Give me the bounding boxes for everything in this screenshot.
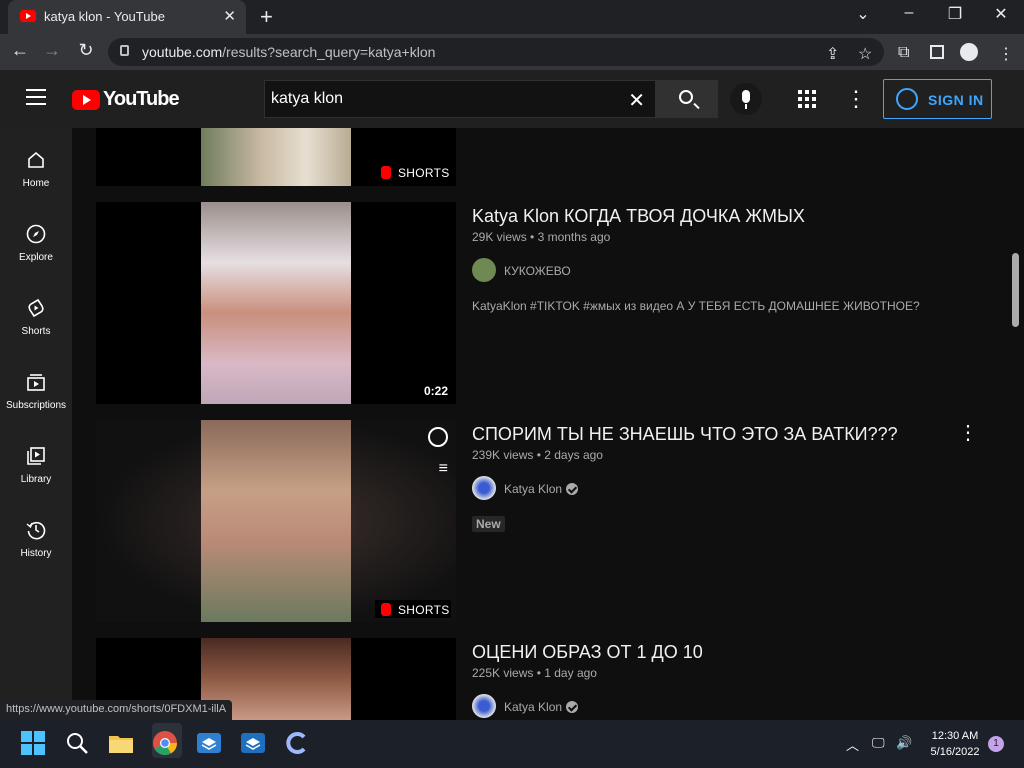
cursor-app-icon[interactable] [284, 730, 310, 756]
video-action-menu-icon[interactable]: ⋮ [958, 420, 978, 445]
file-explorer-icon[interactable] [108, 730, 134, 756]
voice-search-button[interactable] [730, 83, 762, 115]
browser-tab[interactable]: katya klon - YouTube ✕ [8, 0, 246, 34]
video-metadata: 29K views • 3 months ago [472, 230, 611, 244]
address-bar[interactable]: youtube.com/results?search_query=katya+k… [108, 38, 884, 66]
home-icon [28, 151, 44, 168]
search-button[interactable] [656, 80, 718, 118]
windows-start-icon[interactable] [20, 730, 46, 756]
tray-overflow-icon[interactable]: ︿ [846, 735, 859, 754]
sidebar-item-subscriptions[interactable]: Subscriptions [0, 350, 72, 420]
youtube-play-icon [72, 90, 100, 110]
link-status-bubble: https://www.youtube.com/shorts/0FDXM1-il… [0, 700, 233, 720]
restore-icon[interactable]: ❐ [932, 4, 978, 24]
shorts-logo-icon [381, 166, 391, 179]
channel-name[interactable]: Katya Klon [504, 482, 562, 496]
channel-avatar[interactable] [472, 476, 496, 500]
microphone-icon [742, 90, 750, 103]
minimize-icon[interactable]: – [886, 4, 932, 22]
verified-icon [566, 701, 578, 713]
add-to-queue-icon[interactable]: ≡ [439, 460, 448, 478]
new-tab-icon[interactable]: + [260, 4, 273, 30]
shorts-badge: SHORTS [375, 163, 451, 181]
notification-badge[interactable]: 1 [988, 736, 1004, 752]
search-input-value: katya klon [271, 90, 344, 107]
clear-search-icon[interactable]: ✕ [628, 88, 645, 113]
settings-more-icon[interactable]: ⋮ [845, 86, 867, 112]
sidebar-item-shorts[interactable]: Shorts [0, 276, 72, 346]
network-icon[interactable]: 🖵 [872, 735, 885, 751]
new-badge: New [472, 516, 505, 532]
search-icon [679, 90, 693, 104]
chrome-menu-icon[interactable]: ⋮ [998, 44, 1014, 64]
address-text: youtube.com/results?search_query=katya+k… [142, 44, 436, 60]
history-icon [26, 521, 46, 540]
subscriptions-icon [27, 374, 45, 391]
watch-later-icon[interactable] [428, 427, 448, 447]
channel-name[interactable]: Katya Klon [504, 700, 562, 714]
video-title[interactable]: ОЦЕНИ ОБРАЗ ОТ 1 ДО 10 [472, 642, 703, 663]
share-icon[interactable]: ⇪ [826, 44, 839, 64]
volume-icon[interactable]: 🔊 [896, 735, 912, 751]
app-box-icon[interactable] [196, 730, 222, 756]
app-box-icon-2[interactable] [240, 730, 266, 756]
profile-icon[interactable] [960, 43, 978, 61]
shorts-badge: SHORTS [375, 600, 451, 618]
chrome-active-highlight [152, 723, 182, 758]
channel-name[interactable]: КУКОЖЕВО [504, 264, 571, 278]
video-title[interactable]: Katya Klon КОГДА ТВОЯ ДОЧКА ЖМЫХ [472, 206, 805, 227]
video-thumbnail[interactable]: ≡ SHORTS [96, 420, 456, 622]
video-metadata: 225K views • 1 day ago [472, 666, 597, 680]
extensions-icon[interactable]: ⧉ [898, 44, 909, 62]
youtube-favicon-icon [20, 10, 36, 22]
window-close-icon[interactable]: ✕ [978, 4, 1024, 24]
scrollbar-thumb[interactable] [1012, 253, 1019, 327]
tab-title: katya klon - YouTube [44, 9, 165, 24]
sidebar-item-history[interactable]: History [0, 498, 72, 568]
lock-icon [120, 45, 129, 56]
taskbar-search-icon[interactable] [64, 730, 90, 756]
tab-search-chevron-icon[interactable]: ⌄ [840, 4, 886, 24]
video-thumbnail[interactable]: 0:22 [96, 202, 456, 404]
menu-icon[interactable] [26, 89, 46, 110]
duration-badge: 0:22 [423, 384, 448, 398]
video-metadata: 239K views • 2 days ago [472, 448, 603, 462]
library-icon [27, 447, 45, 465]
sign-in-button[interactable]: SIGN IN [883, 79, 992, 119]
back-icon[interactable]: ← [8, 40, 32, 61]
apps-grid-icon[interactable] [798, 90, 816, 108]
bookmark-star-icon[interactable]: ☆ [858, 44, 872, 64]
search-input[interactable]: katya klon ✕ [264, 80, 656, 118]
shorts-icon [28, 298, 44, 318]
account-icon [896, 88, 918, 110]
verified-icon [566, 483, 578, 495]
channel-avatar[interactable] [472, 694, 496, 718]
sidebar-item-explore[interactable]: Explore [0, 202, 72, 272]
side-panel-icon[interactable] [930, 45, 944, 59]
reload-icon[interactable]: ↻ [74, 40, 98, 61]
shorts-logo-icon [381, 603, 391, 616]
compass-icon [26, 224, 46, 244]
tab-close-icon[interactable]: ✕ [223, 7, 236, 25]
sidebar-item-home[interactable]: Home [0, 128, 72, 198]
channel-avatar[interactable] [472, 258, 496, 282]
video-description: KatyaKlon #TIKTOK #жмых из видео А У ТЕБ… [472, 299, 920, 313]
forward-icon[interactable]: → [40, 40, 64, 61]
taskbar-clock[interactable]: 12:30 AM 5/16/2022 [920, 728, 990, 760]
video-title[interactable]: СПОРИМ ТЫ НЕ ЗНАЕШЬ ЧТО ЭТО ЗА ВАТКИ??? [472, 424, 898, 445]
video-thumbnail[interactable]: SHORTS [96, 128, 456, 186]
sidebar-item-library[interactable]: Library [0, 424, 72, 494]
